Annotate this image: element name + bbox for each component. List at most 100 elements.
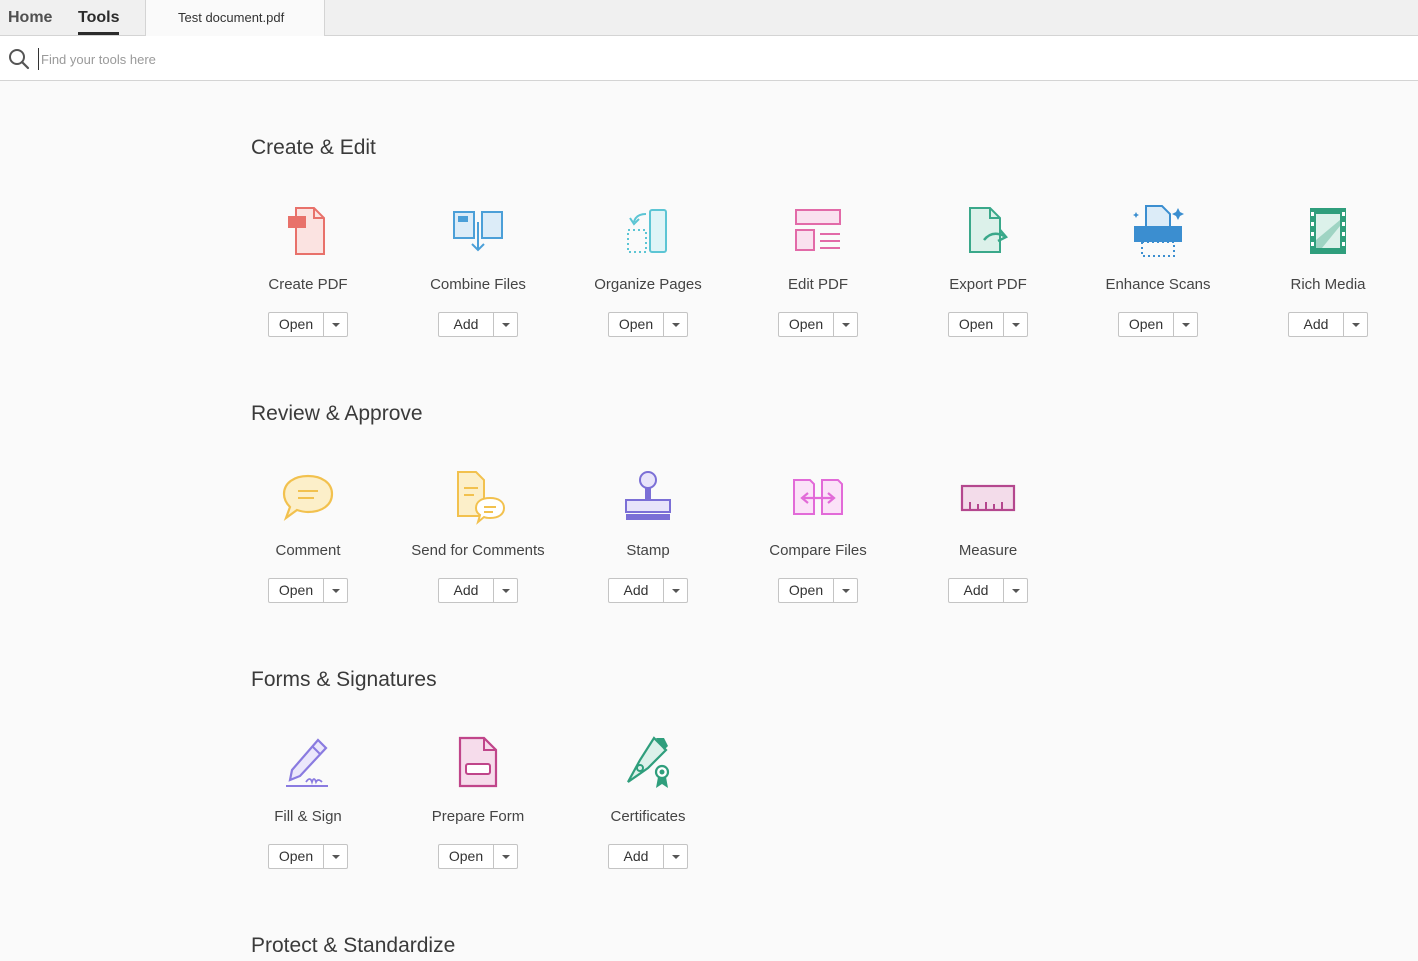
open-action-button[interactable]: Open xyxy=(269,313,324,336)
tool-organize-pages: Organize Pages Open xyxy=(563,200,733,350)
chevron-down-icon[interactable] xyxy=(494,845,517,868)
top-tab-bar: Home Tools Test document.pdf xyxy=(0,0,1418,36)
tool-create-pdf: Create PDF Open xyxy=(223,200,393,350)
certificates-icon[interactable] xyxy=(618,732,678,792)
tools-tab[interactable]: Tools xyxy=(78,0,120,36)
open-button: Open xyxy=(1118,312,1198,337)
open-button: Open xyxy=(778,312,858,337)
tool-edit-pdf: Edit PDF Open xyxy=(733,200,903,350)
tool-stamp: Stamp Add xyxy=(563,466,733,616)
tool-rich-media: Rich Media Add xyxy=(1243,200,1413,350)
prepare-form-icon[interactable] xyxy=(448,732,508,792)
add-button: Add xyxy=(608,578,688,603)
open-action-button[interactable]: Open xyxy=(269,579,324,602)
open-action-button[interactable]: Open xyxy=(1119,313,1174,336)
tool-measure: Measure Add xyxy=(903,466,1073,616)
chevron-down-icon[interactable] xyxy=(834,313,857,336)
section-title-protect-standardize: Protect & Standardize xyxy=(251,934,456,957)
open-action-button[interactable]: Open xyxy=(439,845,494,868)
open-action-button[interactable]: Open xyxy=(269,845,324,868)
add-action-button[interactable]: Add xyxy=(609,845,664,868)
open-button: Open xyxy=(438,844,518,869)
chevron-down-icon[interactable] xyxy=(324,313,347,336)
tool-comment: Comment Open xyxy=(223,466,393,616)
fill-sign-icon[interactable] xyxy=(278,732,338,792)
search-input[interactable] xyxy=(38,48,638,70)
tool-label: Send for Comments xyxy=(411,542,545,559)
rich-media-icon[interactable] xyxy=(1298,200,1358,260)
tool-label: Certificates xyxy=(610,808,686,825)
chevron-down-icon[interactable] xyxy=(1344,313,1367,336)
send-for-comments-icon[interactable] xyxy=(448,466,508,526)
add-button: Add xyxy=(438,578,518,603)
chevron-down-icon[interactable] xyxy=(324,579,347,602)
tool-certificates: Certificates Add xyxy=(563,732,733,882)
tool-label: Measure xyxy=(958,542,1018,559)
add-button: Add xyxy=(438,312,518,337)
chevron-down-icon[interactable] xyxy=(324,845,347,868)
tool-label: Prepare Form xyxy=(431,808,525,825)
search-icon xyxy=(8,48,30,70)
open-button: Open xyxy=(778,578,858,603)
add-button: Add xyxy=(1288,312,1368,337)
tool-label: Export PDF xyxy=(949,276,1027,293)
section-title-create-edit: Create & Edit xyxy=(251,136,376,159)
tool-label: Combine Files xyxy=(430,276,526,293)
enhance-scans-icon[interactable] xyxy=(1128,200,1188,260)
compare-files-icon[interactable] xyxy=(788,466,848,526)
edit-pdf-icon[interactable] xyxy=(788,200,848,260)
create-pdf-icon[interactable] xyxy=(278,200,338,260)
open-button: Open xyxy=(268,844,348,869)
document-tab[interactable]: Test document.pdf xyxy=(145,0,325,36)
open-button: Open xyxy=(268,312,348,337)
tool-label: Organize Pages xyxy=(594,276,702,293)
tool-label: Create PDF xyxy=(268,276,348,293)
organize-pages-icon[interactable] xyxy=(618,200,678,260)
chevron-down-icon[interactable] xyxy=(494,579,517,602)
add-action-button[interactable]: Add xyxy=(439,313,494,336)
open-action-button[interactable]: Open xyxy=(779,579,834,602)
add-button: Add xyxy=(948,578,1028,603)
chevron-down-icon[interactable] xyxy=(664,845,687,868)
tool-send-for-comments: Send for Comments Add xyxy=(393,466,563,616)
open-action-button[interactable]: Open xyxy=(609,313,664,336)
comment-icon[interactable] xyxy=(278,466,338,526)
section-title-review-approve: Review & Approve xyxy=(251,402,423,425)
open-action-button[interactable]: Open xyxy=(779,313,834,336)
add-action-button[interactable]: Add xyxy=(949,579,1004,602)
add-button: Add xyxy=(608,844,688,869)
add-action-button[interactable]: Add xyxy=(609,579,664,602)
tool-enhance-scans: Enhance Scans Open xyxy=(1073,200,1243,350)
tool-export-pdf: Export PDF Open xyxy=(903,200,1073,350)
home-tab[interactable]: Home xyxy=(8,0,52,36)
tool-compare-files: Compare Files Open xyxy=(733,466,903,616)
chevron-down-icon[interactable] xyxy=(1004,313,1027,336)
chevron-down-icon[interactable] xyxy=(1004,579,1027,602)
tool-label: Stamp xyxy=(626,542,670,559)
tool-search-bar xyxy=(0,36,1418,81)
chevron-down-icon[interactable] xyxy=(1174,313,1197,336)
tool-fill-sign: Fill & Sign Open xyxy=(223,732,393,882)
tool-label: Comment xyxy=(275,542,341,559)
tool-combine-files: Combine Files Add xyxy=(393,200,563,350)
section-title-forms-signatures: Forms & Signatures xyxy=(251,668,437,691)
chevron-down-icon[interactable] xyxy=(834,579,857,602)
open-button: Open xyxy=(948,312,1028,337)
tool-label: Fill & Sign xyxy=(274,808,342,825)
tool-label: Rich Media xyxy=(1290,276,1366,293)
add-action-button[interactable]: Add xyxy=(439,579,494,602)
tool-label: Compare Files xyxy=(769,542,867,559)
tool-prepare-form: Prepare Form Open xyxy=(393,732,563,882)
export-pdf-icon[interactable] xyxy=(958,200,1018,260)
combine-files-icon[interactable] xyxy=(448,200,508,260)
open-action-button[interactable]: Open xyxy=(949,313,1004,336)
stamp-icon[interactable] xyxy=(618,466,678,526)
open-button: Open xyxy=(268,578,348,603)
chevron-down-icon[interactable] xyxy=(664,579,687,602)
open-button: Open xyxy=(608,312,688,337)
chevron-down-icon[interactable] xyxy=(664,313,687,336)
add-action-button[interactable]: Add xyxy=(1289,313,1344,336)
chevron-down-icon[interactable] xyxy=(494,313,517,336)
measure-icon[interactable] xyxy=(958,466,1018,526)
tool-label: Edit PDF xyxy=(787,276,848,293)
